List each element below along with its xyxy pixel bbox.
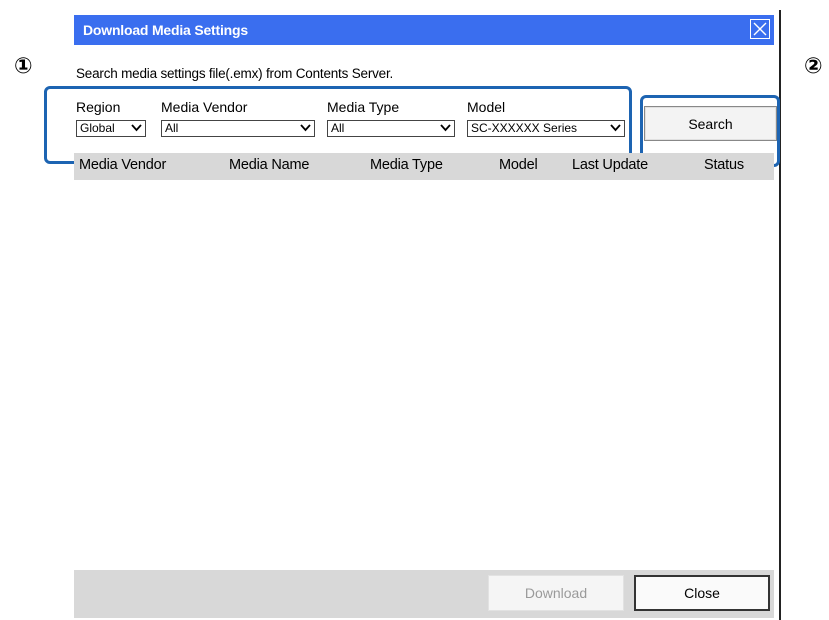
search-button[interactable]: Search xyxy=(644,106,777,141)
media-type-label: Media Type xyxy=(327,99,400,115)
media-type-select[interactable]: All xyxy=(327,120,455,137)
dialog-description: Search media settings file(.emx) from Co… xyxy=(76,66,394,81)
close-icon[interactable] xyxy=(750,19,770,39)
region-label: Region xyxy=(76,99,121,115)
model-label: Model xyxy=(467,99,506,115)
table-header: Media Vendor Media Name Media Type Model… xyxy=(74,153,774,180)
close-button[interactable]: Close xyxy=(634,575,770,611)
download-button[interactable]: Download xyxy=(488,575,624,611)
callout-1: ① xyxy=(14,54,33,79)
region-select[interactable]: Global xyxy=(76,120,146,137)
chevron-down-icon xyxy=(131,124,142,132)
media-vendor-select[interactable]: All xyxy=(161,120,315,137)
title-bar: Download Media Settings xyxy=(74,15,774,45)
chevron-down-icon xyxy=(300,124,311,132)
callout-2: ② xyxy=(804,54,823,79)
column-header[interactable]: Media Type xyxy=(370,157,443,173)
model-value: SC-XXXXXX Series xyxy=(471,121,578,135)
chevron-down-icon xyxy=(440,124,451,132)
dialog-title: Download Media Settings xyxy=(83,22,248,38)
column-header[interactable]: Last Update xyxy=(572,157,648,173)
download-media-settings-dialog: Download Media Settings Search media set… xyxy=(44,15,780,618)
dialog-footer: Download Close xyxy=(74,570,774,618)
column-header[interactable]: Model xyxy=(499,157,538,173)
media-vendor-value: All xyxy=(165,121,179,135)
column-header[interactable]: Media Vendor xyxy=(79,157,166,173)
column-header[interactable]: Status xyxy=(704,157,744,173)
region-value: Global xyxy=(80,121,115,135)
model-select[interactable]: SC-XXXXXX Series xyxy=(467,120,625,137)
results-list xyxy=(74,180,774,570)
chevron-down-icon xyxy=(610,124,621,132)
column-header[interactable]: Media Name xyxy=(229,157,309,173)
media-type-value: All xyxy=(331,121,345,135)
media-vendor-label: Media Vendor xyxy=(161,99,248,115)
